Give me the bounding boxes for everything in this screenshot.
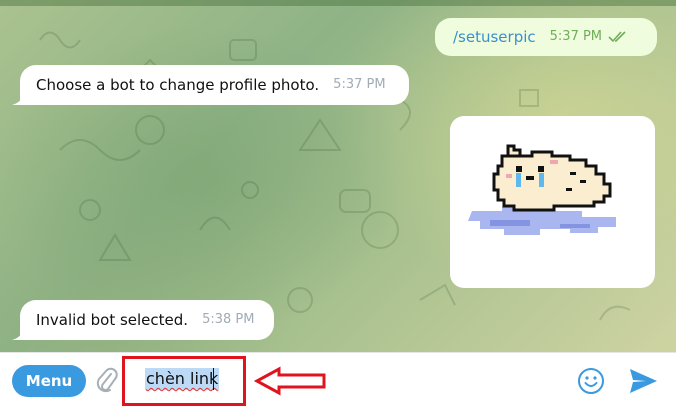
bubble-tail	[12, 330, 24, 340]
message-text: Choose a bot to change profile photo.	[36, 76, 320, 94]
annotation-arrow-icon	[254, 366, 326, 396]
pixel-cat-sticker-image	[468, 144, 616, 235]
message-time: 5:38 PM	[202, 312, 255, 327]
command-text[interactable]: /setuserpic	[453, 27, 536, 47]
message-composer: Menu chèn link	[0, 352, 676, 408]
double-check-icon	[608, 31, 628, 43]
chat-background: /setuserpic 5:37 PM Choose a bot to chan…	[0, 0, 676, 352]
sticker-message[interactable]	[450, 116, 655, 288]
smiley-icon[interactable]	[577, 367, 605, 399]
incoming-message[interactable]: Invalid bot selected. 5:38 PM	[20, 300, 274, 340]
paperclip-icon[interactable]	[96, 367, 118, 399]
bubble-tail	[12, 95, 24, 105]
send-arrow-icon[interactable]	[628, 368, 658, 398]
message-input[interactable]: chèn link	[145, 368, 220, 390]
previous-message-edge	[0, 0, 676, 6]
incoming-message[interactable]: Choose a bot to change profile photo. 5:…	[20, 65, 409, 105]
telegram-chat-window: /setuserpic 5:37 PM Choose a bot to chan…	[0, 0, 676, 408]
message-time: 5:37 PM	[549, 29, 603, 44]
outgoing-message[interactable]: /setuserpic 5:37 PM	[435, 18, 657, 56]
text-caret	[213, 368, 214, 390]
message-text: Invalid bot selected.	[36, 311, 189, 329]
menu-button[interactable]: Menu	[12, 365, 86, 397]
message-time: 5:37 PM	[333, 77, 386, 92]
